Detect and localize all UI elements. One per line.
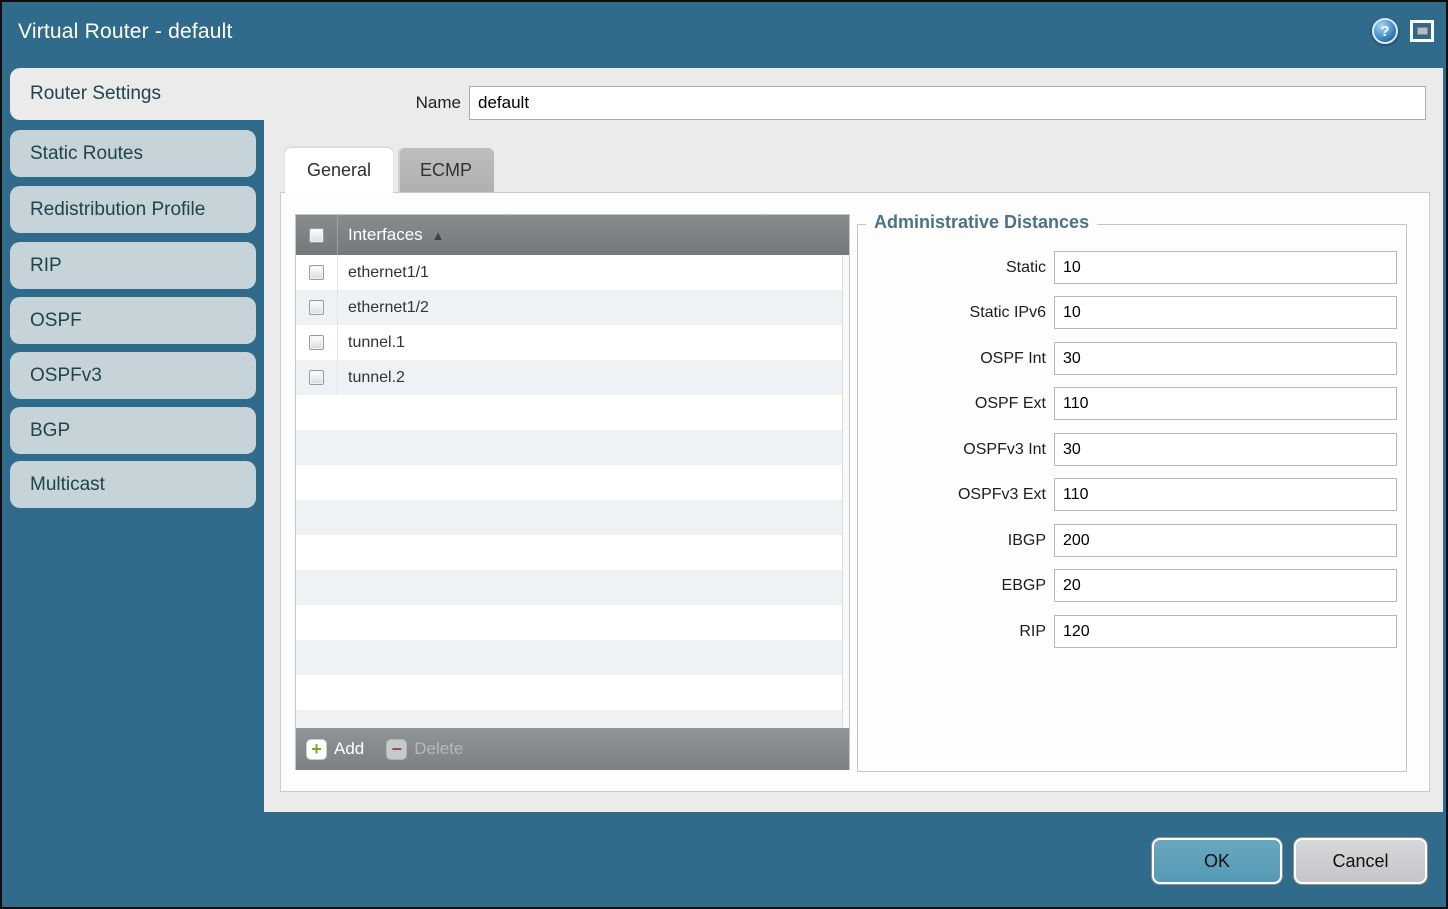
field-label: EBGP <box>1002 569 1046 602</box>
field-label: RIP <box>1019 615 1046 648</box>
ok-button[interactable]: OK <box>1152 838 1282 884</box>
row-checkbox-cell <box>296 325 338 360</box>
interfaces-table-header: Interfaces ▲ <box>296 215 849 255</box>
sidebar-item-multicast[interactable]: Multicast <box>10 461 256 508</box>
interfaces-column-header[interactable]: Interfaces ▲ <box>338 225 445 245</box>
row-checkbox-cell <box>296 290 338 325</box>
add-button-label: Add <box>334 739 364 759</box>
interface-name: ethernet1/1 <box>338 264 429 282</box>
sidebar-item-label: BGP <box>30 420 70 442</box>
delete-button-label: Delete <box>414 739 463 759</box>
ospf-int-distance-input[interactable] <box>1054 342 1397 375</box>
row-checkbox[interactable] <box>309 335 324 350</box>
row-checkbox-cell <box>296 360 338 395</box>
field-row-static: Static <box>858 251 1406 284</box>
field-row-ospfv3-int: OSPFv3 Int <box>858 433 1406 466</box>
field-label: Static IPv6 <box>970 296 1046 329</box>
dialog-title: Virtual Router - default <box>18 20 233 44</box>
table-row[interactable]: tunnel.2 <box>296 360 849 395</box>
sidebar-item-label: OSPF <box>30 310 82 332</box>
tab-ecmp[interactable]: ECMP <box>398 148 494 192</box>
name-label: Name <box>382 86 461 120</box>
field-row-ibgp: IBGP <box>858 524 1406 557</box>
row-checkbox[interactable] <box>309 265 324 280</box>
table-row[interactable]: ethernet1/2 <box>296 290 849 325</box>
sidebar-item-label: OSPFv3 <box>30 365 102 387</box>
add-plus-icon: + <box>306 739 327 760</box>
title-bar: Virtual Router - default ? <box>2 2 1446 66</box>
ospf-ext-distance-input[interactable] <box>1054 387 1397 420</box>
field-row-ospf-ext: OSPF Ext <box>858 387 1406 420</box>
interface-name: tunnel.1 <box>338 334 405 352</box>
sidebar-item-bgp[interactable]: BGP <box>10 407 256 454</box>
interfaces-header-label: Interfaces <box>348 225 423 245</box>
interfaces-table: Interfaces ▲ ethernet1/1 ethernet1/2 tun… <box>295 214 850 770</box>
sidebar-item-label: RIP <box>30 255 62 277</box>
ospfv3-int-distance-input[interactable] <box>1054 433 1397 466</box>
virtual-router-dialog: Virtual Router - default ? Router Settin… <box>0 0 1448 909</box>
field-row-static-ipv6: Static IPv6 <box>858 296 1406 329</box>
field-label: OSPF Int <box>980 342 1046 375</box>
sidebar-item-label: Router Settings <box>30 83 161 105</box>
table-row[interactable]: tunnel.1 <box>296 325 849 360</box>
administrative-distances-group: Administrative Distances Static Static I… <box>857 224 1407 772</box>
maximize-icon-inner <box>1417 27 1428 35</box>
administrative-distances-legend: Administrative Distances <box>866 212 1097 233</box>
window-icons: ? <box>1372 18 1434 44</box>
sidebar-item-router-settings[interactable]: Router Settings <box>10 68 264 120</box>
field-label: OSPF Ext <box>975 387 1046 420</box>
table-scrollbar[interactable] <box>842 255 849 728</box>
maximize-icon[interactable] <box>1410 20 1434 42</box>
sidebar-item-label: Redistribution Profile <box>30 199 205 221</box>
field-label: IBGP <box>1008 524 1046 557</box>
ibgp-distance-input[interactable] <box>1054 524 1397 557</box>
sidebar-item-static-routes[interactable]: Static Routes <box>10 130 256 177</box>
cancel-button[interactable]: Cancel <box>1294 838 1427 884</box>
select-all-column <box>296 215 338 255</box>
ebgp-distance-input[interactable] <box>1054 569 1397 602</box>
sidebar-item-ospfv3[interactable]: OSPFv3 <box>10 352 256 399</box>
static-ipv6-distance-input[interactable] <box>1054 296 1397 329</box>
field-row-ebgp: EBGP <box>858 569 1406 602</box>
field-row-ospfv3-ext: OSPFv3 Ext <box>858 478 1406 511</box>
static-distance-input[interactable] <box>1054 251 1397 284</box>
interface-name: tunnel.2 <box>338 369 405 387</box>
field-label: OSPFv3 Ext <box>958 478 1046 511</box>
name-input[interactable] <box>469 86 1426 120</box>
sidebar-item-ospf[interactable]: OSPF <box>10 297 256 344</box>
tab-general[interactable]: General <box>285 148 393 193</box>
sidebar-item-rip[interactable]: RIP <box>10 242 256 289</box>
delete-button[interactable]: − Delete <box>386 739 463 760</box>
field-label: OSPFv3 Int <box>963 433 1046 466</box>
interface-name: ethernet1/2 <box>338 299 429 317</box>
select-all-checkbox[interactable] <box>309 228 324 243</box>
sidebar-item-redistribution-profile[interactable]: Redistribution Profile <box>10 186 256 233</box>
add-button[interactable]: + Add <box>306 739 364 760</box>
rip-distance-input[interactable] <box>1054 615 1397 648</box>
interfaces-table-footer: + Add − Delete <box>296 728 849 770</box>
row-checkbox[interactable] <box>309 370 324 385</box>
row-checkbox-cell <box>296 255 338 290</box>
sort-ascending-icon: ▲ <box>432 228 445 243</box>
help-icon[interactable]: ? <box>1372 18 1398 44</box>
tab-label: General <box>307 160 371 181</box>
ospfv3-ext-distance-input[interactable] <box>1054 478 1397 511</box>
field-row-rip: RIP <box>858 615 1406 648</box>
row-checkbox[interactable] <box>309 300 324 315</box>
field-label: Static <box>1006 251 1046 284</box>
table-row[interactable]: ethernet1/1 <box>296 255 849 290</box>
sidebar-item-label: Static Routes <box>30 143 143 165</box>
interfaces-table-body: ethernet1/1 ethernet1/2 tunnel.1 tunnel.… <box>296 255 849 728</box>
delete-minus-icon: − <box>386 739 407 760</box>
field-row-ospf-int: OSPF Int <box>858 342 1406 375</box>
sidebar-item-label: Multicast <box>30 474 105 496</box>
tab-label: ECMP <box>420 160 472 181</box>
